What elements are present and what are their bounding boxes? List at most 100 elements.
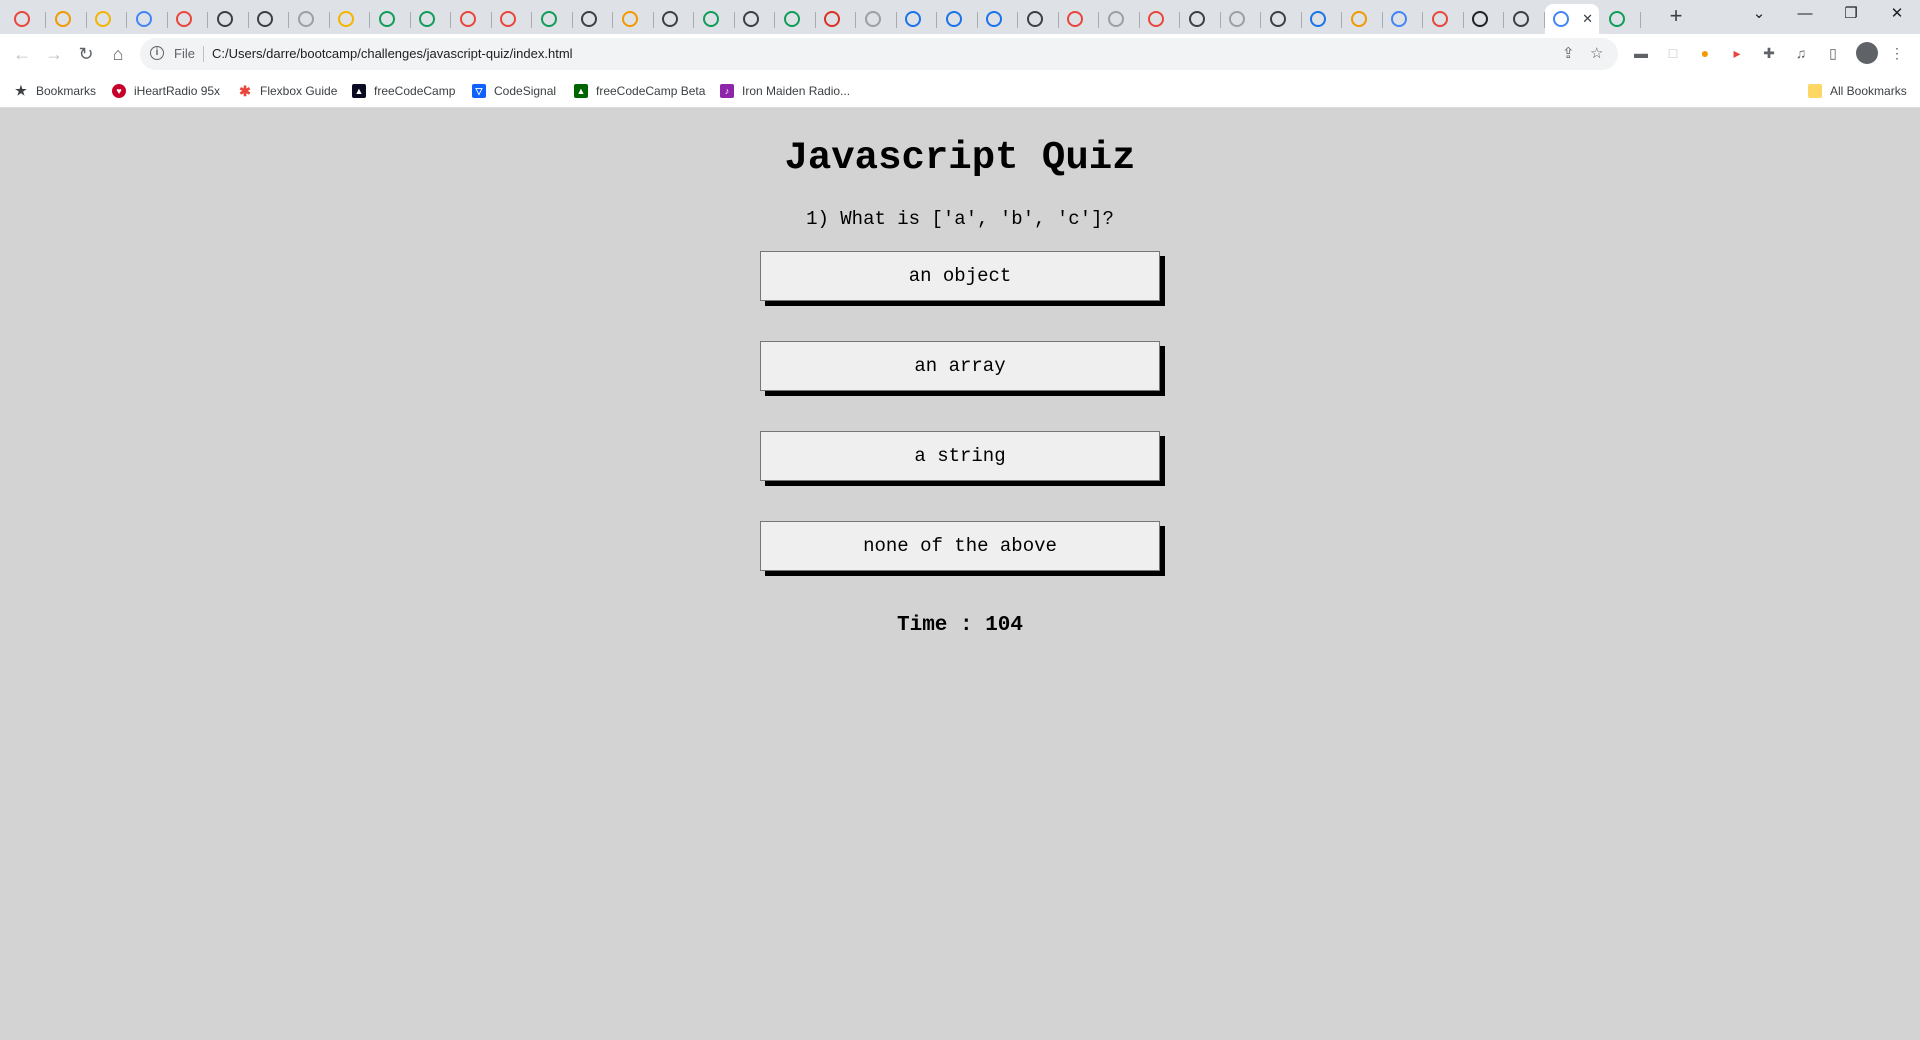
vimeo-icon [905, 11, 921, 27]
codesignal-icon: ▽ [472, 84, 486, 98]
browser-tab[interactable]: ✕ [1545, 4, 1599, 34]
browser-tab[interactable] [573, 4, 613, 34]
browser-tab[interactable] [371, 4, 411, 34]
browser-tab[interactable] [249, 4, 289, 34]
globe-icon [1026, 11, 1043, 27]
browser-tab[interactable] [1100, 4, 1140, 34]
google-icon [297, 11, 314, 27]
browser-tab[interactable] [1383, 4, 1423, 34]
extension-blank-icon[interactable]: □ [1664, 44, 1682, 62]
bookmark-star-icon[interactable]: ☆ [1590, 44, 1603, 62]
browser-tab[interactable] [735, 4, 775, 34]
browser-tab[interactable] [1424, 4, 1464, 34]
bookmark-item[interactable]: ✱ Flexbox Guide [238, 83, 337, 99]
browser-tab[interactable] [290, 4, 330, 34]
bookmark-label: Bookmarks [36, 84, 97, 98]
browser-tab[interactable] [695, 4, 735, 34]
forward-icon[interactable]: → [40, 40, 68, 68]
browser-tab[interactable] [1181, 4, 1221, 34]
bookmarks-bar: ★ Bookmarks ♥ iHeartRadio 95x ✱ Flexbox … [0, 74, 1920, 108]
browser-tab[interactable] [1262, 4, 1302, 34]
extension-a-icon[interactable]: ● [1696, 44, 1714, 62]
google-icon [459, 11, 476, 27]
google-icon [1067, 11, 1083, 27]
browser-tab[interactable] [857, 4, 897, 34]
github-icon [581, 11, 597, 27]
folder-icon [1808, 84, 1822, 98]
vimeo-icon [945, 11, 962, 27]
browser-tab[interactable] [1505, 4, 1545, 34]
browser-tab[interactable] [1343, 4, 1383, 34]
close-tab-icon[interactable]: ✕ [1582, 11, 1593, 27]
browser-tab[interactable] [411, 4, 451, 34]
github-icon [1512, 11, 1529, 27]
github-icon [216, 11, 233, 27]
app-icon [54, 11, 71, 27]
bookmark-item[interactable]: ▽ CodeSignal [472, 83, 556, 99]
side-panel-icon[interactable]: ▯ [1824, 44, 1842, 62]
share-icon[interactable]: ⇪ [1562, 44, 1575, 62]
bookmark-item[interactable]: ▲ freeCodeCamp Beta [574, 83, 705, 99]
media-control-icon[interactable]: ♫ [1792, 44, 1810, 62]
browser-tab[interactable] [1059, 4, 1099, 34]
browser-tab[interactable] [168, 4, 208, 34]
browser-tab[interactable] [47, 4, 87, 34]
browser-tab[interactable] [1601, 4, 1641, 34]
link-icon [378, 11, 395, 27]
address-bar[interactable]: i File C:/Users/darre/bootcamp/challenge… [140, 38, 1618, 70]
tab-search-icon[interactable]: ⌄ [1736, 0, 1782, 30]
browser-tab[interactable] [776, 4, 816, 34]
browser-tab[interactable] [816, 4, 856, 34]
home-icon[interactable]: ⌂ [104, 40, 132, 68]
bookmark-item[interactable]: ▲ freeCodeCamp [352, 83, 455, 99]
browser-tab[interactable] [128, 4, 168, 34]
browser-tab[interactable] [6, 4, 46, 34]
restore-button[interactable]: ❐ [1828, 0, 1874, 30]
all-bookmarks-button[interactable]: All Bookmarks [1808, 83, 1907, 99]
site-info-icon[interactable]: i [150, 46, 164, 60]
browser-tab[interactable] [87, 4, 127, 34]
google-icon [1229, 11, 1245, 27]
browser-tab[interactable] [533, 4, 573, 34]
browser-tab[interactable] [492, 4, 532, 34]
timer-display: Time : 104 [896, 614, 1024, 637]
bookmark-item[interactable]: ♪ Iron Maiden Radio... [720, 83, 850, 99]
browser-tab[interactable] [1464, 4, 1504, 34]
browser-tab[interactable] [1221, 4, 1261, 34]
extension-keyboard-icon[interactable]: ▬ [1632, 44, 1650, 62]
star-icon: ★ [15, 83, 27, 98]
address-url[interactable]: C:/Users/darre/bootcamp/challenges/javas… [212, 46, 573, 61]
github-icon [1472, 11, 1488, 27]
extensions-puzzle-icon[interactable]: ✚ [1760, 44, 1778, 62]
asterisk-icon: ✱ [239, 83, 251, 99]
browser-tab[interactable] [209, 4, 249, 34]
browser-tab[interactable] [897, 4, 937, 34]
answer-button-string[interactable]: a string [760, 431, 1160, 481]
back-icon[interactable]: ← [8, 40, 36, 68]
code-icon [176, 11, 192, 27]
browser-tab[interactable] [330, 4, 370, 34]
browser-tab[interactable] [614, 4, 654, 34]
browser-tab[interactable] [654, 4, 694, 34]
w-icon [702, 11, 719, 27]
browser-tab[interactable] [978, 4, 1018, 34]
close-window-button[interactable]: ✕ [1874, 0, 1920, 30]
reload-icon[interactable]: ↻ [72, 40, 100, 68]
heart-icon [14, 11, 30, 27]
bookmark-item[interactable]: ★ Bookmarks [14, 83, 96, 99]
new-tab-button[interactable]: + [1662, 5, 1690, 29]
browser-tab[interactable] [1140, 4, 1180, 34]
bookmark-item[interactable]: ♥ iHeartRadio 95x [112, 83, 220, 99]
answer-button-none[interactable]: none of the above [760, 521, 1160, 571]
menu-kebab-icon[interactable]: ⋮ [1888, 44, 1906, 62]
minimize-button[interactable]: — [1782, 0, 1828, 30]
radio-icon: ♪ [720, 84, 734, 98]
browser-tab[interactable] [938, 4, 978, 34]
answer-button-array[interactable]: an array [760, 341, 1160, 391]
profile-avatar[interactable] [1856, 42, 1878, 64]
answer-button-object[interactable]: an object [760, 251, 1160, 301]
browser-tab[interactable] [1302, 4, 1342, 34]
extension-video-icon[interactable]: ▸ [1728, 44, 1746, 62]
browser-tab[interactable] [1019, 4, 1059, 34]
browser-tab[interactable] [452, 4, 492, 34]
